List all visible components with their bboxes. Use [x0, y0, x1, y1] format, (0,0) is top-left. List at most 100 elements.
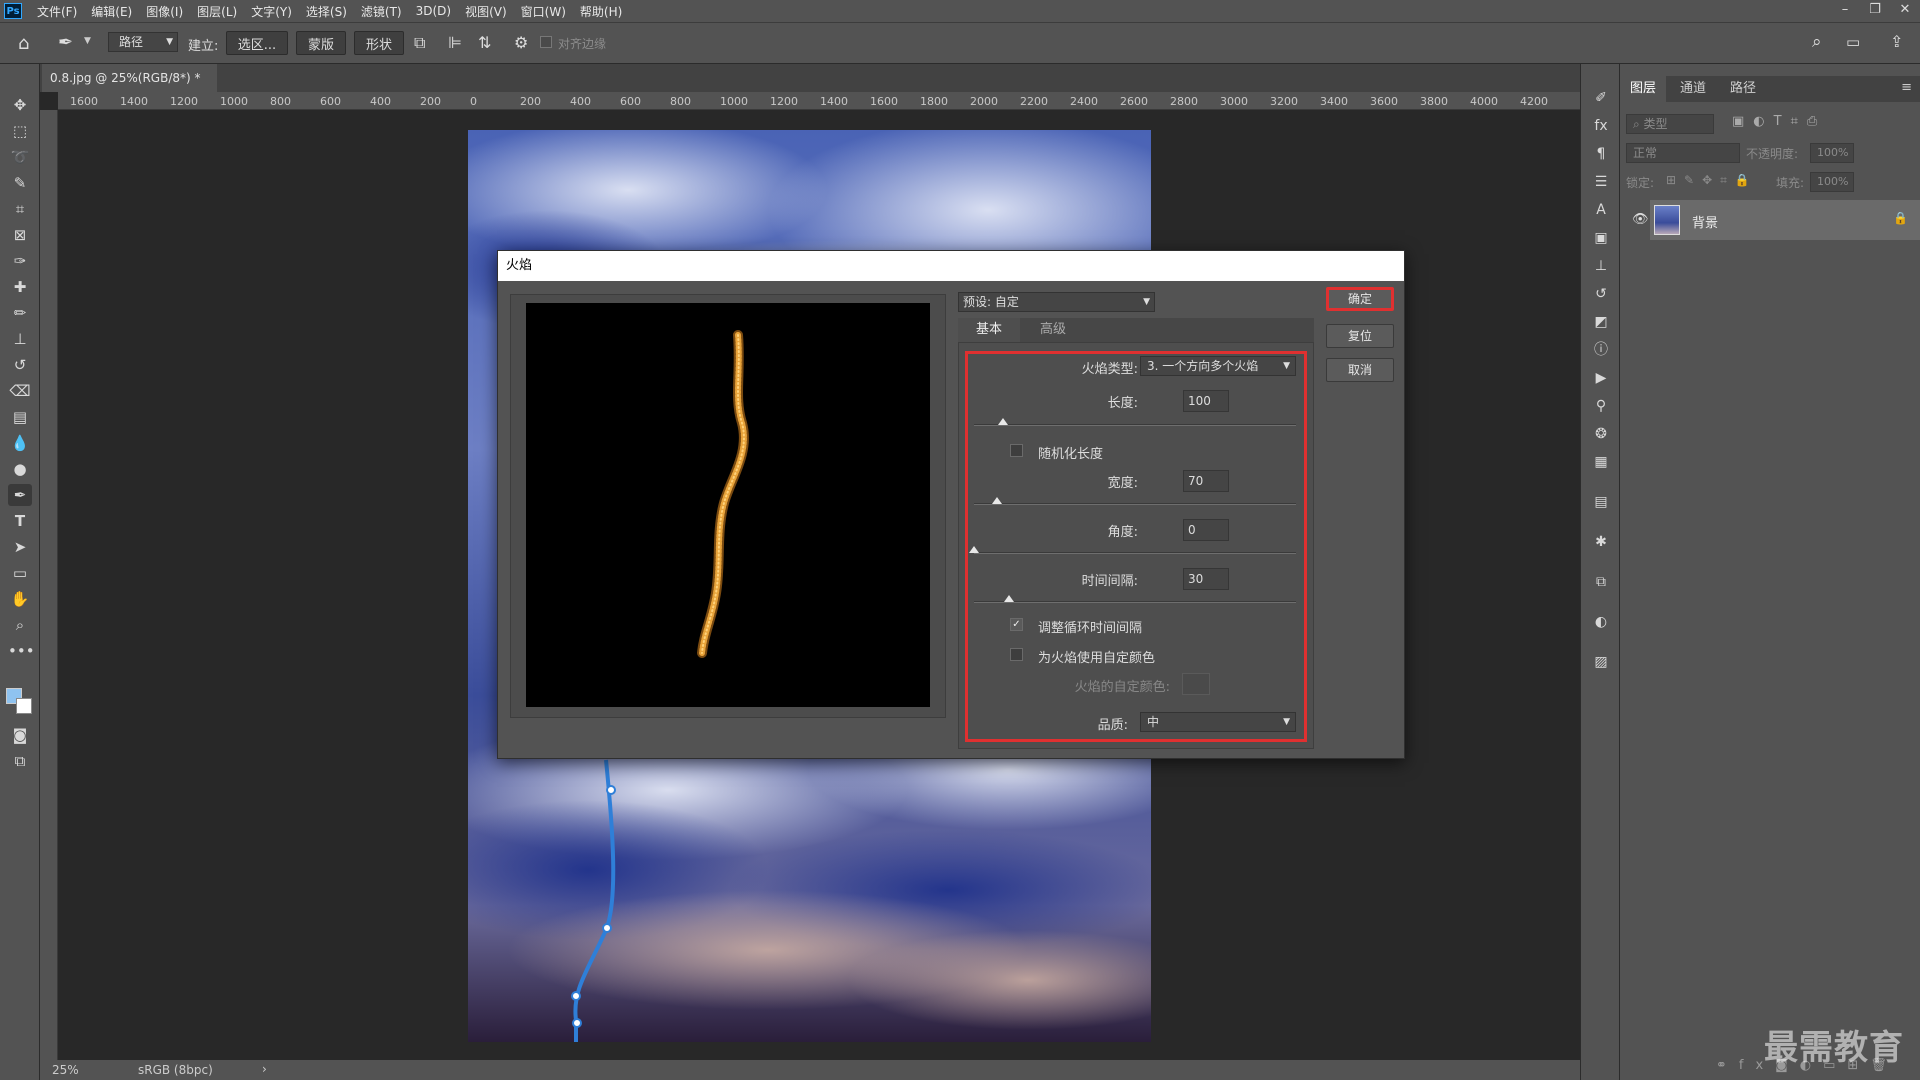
- mode-select[interactable]: 路径 ▼: [108, 32, 178, 52]
- stamp-tool-icon[interactable]: ⊥: [8, 328, 32, 350]
- menu-help[interactable]: 帮助(H): [573, 3, 629, 20]
- gradient-tool-icon[interactable]: ▤: [8, 406, 32, 428]
- hand-tool-icon[interactable]: ✋: [8, 588, 32, 610]
- table-icon[interactable]: ▦: [1591, 452, 1611, 472]
- interval-slider[interactable]: [974, 601, 1296, 603]
- menu-window[interactable]: 窗口(W): [514, 3, 573, 20]
- eyedropper-tool-icon[interactable]: ✑: [8, 250, 32, 272]
- paths-icon[interactable]: ⚲: [1591, 396, 1611, 416]
- fill-input[interactable]: 100%: [1810, 172, 1854, 192]
- layer-row-background[interactable]: 👁 背景 🔒: [1632, 200, 1920, 240]
- shape-button[interactable]: 形状: [354, 31, 404, 55]
- adjustments-icon[interactable]: ☰: [1591, 172, 1611, 192]
- tab-layers[interactable]: 图层: [1620, 76, 1667, 102]
- close-icon[interactable]: ✕: [1890, 0, 1920, 22]
- flame-preview[interactable]: [526, 303, 930, 707]
- info-icon[interactable]: ⓘ: [1591, 340, 1611, 360]
- opacity-input[interactable]: 100%: [1810, 143, 1854, 163]
- crop-tool-icon[interactable]: ⌗: [8, 198, 32, 220]
- eye-icon[interactable]: 👁: [1632, 212, 1649, 227]
- menu-layer[interactable]: 图层(L): [190, 3, 244, 20]
- length-slider-knob[interactable]: [997, 418, 1008, 425]
- width-input[interactable]: 70: [1183, 470, 1229, 492]
- workspace-icon[interactable]: ▭: [1846, 33, 1860, 51]
- menu-filter[interactable]: 滤镜(T): [354, 3, 409, 20]
- styles-icon[interactable]: fx: [1591, 116, 1611, 136]
- path-select-tool-icon[interactable]: ➤: [8, 536, 32, 558]
- navigator-icon[interactable]: ✱: [1591, 532, 1611, 552]
- history-icon[interactable]: ↺: [1591, 284, 1611, 304]
- layer-filter-select[interactable]: ⌕ 类型: [1626, 114, 1714, 134]
- panel-menu-icon[interactable]: ≡: [1901, 80, 1912, 95]
- menu-3d[interactable]: 3D(D): [409, 4, 458, 18]
- lock-icons[interactable]: ⊞✎✥⌗🔒: [1666, 173, 1758, 188]
- quick-mask-icon[interactable]: ◙: [8, 724, 32, 746]
- path-anchor-point[interactable]: [606, 785, 616, 795]
- dodge-tool-icon[interactable]: ●: [8, 458, 32, 480]
- angle-input[interactable]: 0: [1183, 519, 1229, 541]
- length-input[interactable]: 100: [1183, 390, 1229, 412]
- paragraph-icon[interactable]: ¶: [1591, 144, 1611, 164]
- restore-icon[interactable]: ❐: [1860, 0, 1890, 22]
- selection-button[interactable]: 选区...: [226, 31, 288, 55]
- marquee-tool-icon[interactable]: ⬚: [8, 120, 32, 142]
- zoom-level[interactable]: 25%: [52, 1063, 79, 1077]
- quick-select-tool-icon[interactable]: ✎: [8, 172, 32, 194]
- custom-color-checkbox[interactable]: [1010, 648, 1023, 661]
- search-icon[interactable]: ⌕: [1812, 32, 1822, 52]
- 3d-icon[interactable]: ❂: [1591, 424, 1611, 444]
- minimize-icon[interactable]: –: [1830, 0, 1860, 22]
- blur-tool-icon[interactable]: 💧: [8, 432, 32, 454]
- tab-channels[interactable]: 通道: [1670, 76, 1716, 102]
- menu-edit[interactable]: 编辑(E): [84, 3, 139, 20]
- length-slider[interactable]: [974, 424, 1296, 426]
- interval-input[interactable]: 30: [1183, 568, 1229, 590]
- layer-name[interactable]: 背景: [1692, 212, 1718, 231]
- menu-file[interactable]: 文件(F): [30, 3, 84, 20]
- healing-brush-icon[interactable]: ✚: [8, 276, 32, 298]
- reset-button[interactable]: 复位: [1326, 324, 1394, 348]
- menu-type[interactable]: 文字(Y): [244, 3, 299, 20]
- share-icon[interactable]: ⇪: [1890, 32, 1903, 51]
- width-slider[interactable]: [974, 503, 1296, 505]
- character-icon[interactable]: A: [1591, 200, 1611, 220]
- clone-source-icon[interactable]: ⊥: [1591, 256, 1611, 276]
- blend-mode-select[interactable]: 正常: [1626, 143, 1740, 163]
- gear-icon[interactable]: ⚙: [514, 33, 528, 52]
- chevron-down-icon[interactable]: ▼: [84, 36, 91, 46]
- flame-type-select[interactable]: 3. 一个方向多个火焰 ▼: [1140, 356, 1296, 376]
- angle-slider-knob[interactable]: [969, 546, 979, 553]
- menu-view[interactable]: 视图(V): [458, 3, 514, 20]
- frame-tool-icon[interactable]: ⊠: [8, 224, 32, 246]
- pen-tool-icon[interactable]: ✒: [8, 484, 32, 506]
- path-alignment-icon[interactable]: ⊫: [448, 33, 462, 52]
- background-color-swatch[interactable]: [16, 698, 32, 714]
- align-edges-checkbox[interactable]: [540, 36, 552, 48]
- pen-tool-icon[interactable]: ✒: [58, 32, 73, 53]
- document-tab[interactable]: 0.8.jpg @ 25%(RGB/8*) * ×: [42, 64, 217, 113]
- filter-icons[interactable]: ▣◐T⌗⎙: [1732, 114, 1826, 129]
- width-slider-knob[interactable]: [991, 497, 1002, 504]
- interval-slider-knob[interactable]: [1004, 595, 1015, 602]
- menu-image[interactable]: 图像(I): [139, 3, 190, 20]
- move-tool-icon[interactable]: ✥: [8, 94, 32, 116]
- angle-slider[interactable]: [974, 552, 1296, 554]
- quality-select[interactable]: 中 ▼: [1140, 712, 1296, 732]
- path-anchor-point[interactable]: [571, 991, 581, 1001]
- screen-mode-icon[interactable]: ⧉: [8, 750, 32, 772]
- preset-select[interactable]: 预设: 自定 ▼: [958, 292, 1155, 312]
- path-operations-icon[interactable]: ⧉: [414, 33, 425, 53]
- chevron-right-icon[interactable]: ›: [262, 1062, 267, 1076]
- eraser-tool-icon[interactable]: ⌫: [8, 380, 32, 402]
- home-icon[interactable]: ⌂: [18, 33, 29, 54]
- path-anchor-point[interactable]: [602, 923, 612, 933]
- properties-icon[interactable]: ◩: [1591, 312, 1611, 332]
- more-tools-icon[interactable]: •••: [8, 640, 35, 662]
- type-tool-icon[interactable]: T: [8, 510, 32, 532]
- lock-icon[interactable]: 🔒: [1893, 211, 1908, 225]
- tab-advanced[interactable]: 高级: [1022, 318, 1084, 342]
- path-arrangement-icon[interactable]: ⇅: [478, 33, 491, 52]
- adjust-loop-checkbox[interactable]: ✓: [1010, 618, 1023, 631]
- color-icon[interactable]: ◐: [1591, 612, 1611, 632]
- layer-comps-icon[interactable]: ⧉: [1591, 572, 1611, 592]
